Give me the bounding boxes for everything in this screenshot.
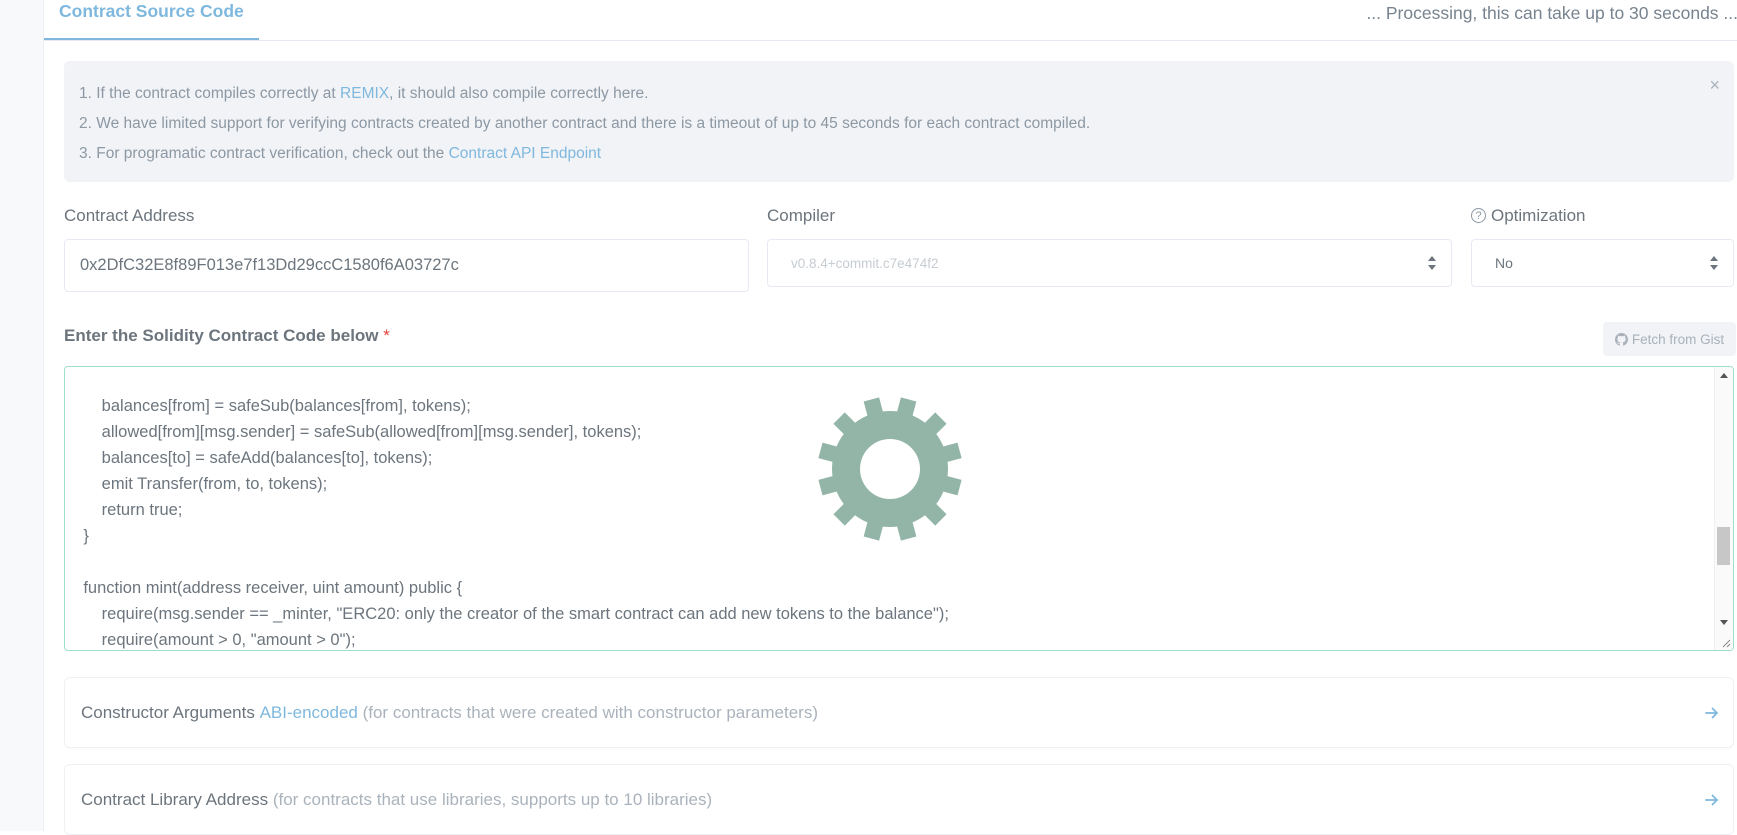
github-icon <box>1614 332 1628 346</box>
arrow-right-icon[interactable] <box>1705 793 1719 807</box>
code-line: } <box>65 527 89 545</box>
optimization-select[interactable]: No <box>1471 239 1734 287</box>
contract-address-value: 0x2DfC32E8f89F013e7f13Dd29ccC1580f6A0372… <box>80 256 459 274</box>
scroll-up-icon[interactable] <box>1720 373 1728 378</box>
contract-address-input[interactable]: 0x2DfC32E8f89F013e7f13Dd29ccC1580f6A0372… <box>64 239 749 292</box>
arrow-right-icon[interactable] <box>1705 706 1719 720</box>
code-line: return true; <box>65 501 183 519</box>
select-arrows-icon <box>1710 256 1718 270</box>
compiler-value: v0.8.4+commit.c7e474f2 <box>791 255 939 271</box>
library-address-panel[interactable]: Contract Library Address (for contracts … <box>64 764 1734 835</box>
code-line: balances[to] = safeAdd(balances[to], tok… <box>65 449 433 467</box>
required-mark: * <box>383 326 390 345</box>
library-address-note: (for contracts that use libraries, suppo… <box>272 789 713 809</box>
library-address-title: Contract Library Address (for contracts … <box>81 765 712 834</box>
info-line-3-text: 3. For programatic contract verification… <box>79 145 449 162</box>
code-line: require(amount > 0, "amount > 0"); <box>65 631 356 649</box>
optimization-label-text: Optimization <box>1491 206 1586 225</box>
code-line: balances[from] = safeSub(balances[from],… <box>65 397 471 415</box>
optimization-value: No <box>1495 255 1513 271</box>
info-alert: 1. If the contract compiles correctly at… <box>64 61 1734 182</box>
main-content: Contract Source Code ... Processing, thi… <box>43 0 1737 835</box>
info-line-2: 2. We have limited support for verifying… <box>79 115 1091 132</box>
contract-api-link[interactable]: Contract API Endpoint <box>449 145 602 162</box>
fetch-from-gist-label: Fetch from Gist <box>1631 331 1725 347</box>
info-line-3: 3. For programatic contract verification… <box>79 145 601 163</box>
code-line: function mint(address receiver, uint amo… <box>65 579 463 597</box>
select-arrows-icon <box>1428 256 1436 270</box>
constructor-arguments-note: (for contracts that were created with co… <box>357 702 818 722</box>
compiler-label: Compiler <box>767 206 836 225</box>
question-circle-icon[interactable]: ? <box>1471 208 1486 223</box>
scroll-down-icon[interactable] <box>1720 620 1728 625</box>
tab-label: Contract Source Code <box>59 1 244 21</box>
code-line: emit Transfer(from, to, tokens); <box>65 475 328 493</box>
code-scrollbar[interactable] <box>1714 367 1733 650</box>
remix-link[interactable]: REMIX <box>340 85 389 102</box>
abi-encoded-link[interactable]: ABI-encoded <box>260 703 358 723</box>
scroll-thumb[interactable] <box>1717 527 1730 565</box>
fetch-from-gist-button[interactable]: Fetch from Gist <box>1603 322 1736 356</box>
tab-contract-source-code[interactable]: Contract Source Code <box>44 0 259 40</box>
constructor-arguments-label: Constructor Arguments <box>81 702 260 722</box>
info-line-1-suffix: , it should also compile correctly here. <box>389 85 649 102</box>
compiler-select[interactable]: v0.8.4+commit.c7e474f2 <box>767 239 1452 287</box>
processing-status: ... Processing, this can take up to 30 s… <box>1366 3 1737 23</box>
resize-grip-icon[interactable] <box>1721 638 1731 648</box>
close-icon[interactable]: × <box>1709 75 1720 95</box>
code-line: require(msg.sender == _minter, "ERC20: o… <box>65 605 949 623</box>
constructor-arguments-title: Constructor Arguments ABI-encoded (for c… <box>81 678 818 747</box>
optimization-label: ? Optimization <box>1471 206 1585 226</box>
tab-bar: Contract Source Code ... Processing, thi… <box>44 0 1737 41</box>
contract-address-label: Contract Address <box>64 206 195 225</box>
gear-icon <box>818 397 962 541</box>
left-rail <box>0 0 43 831</box>
code-section-title-text: Enter the Solidity Contract Code below <box>64 326 379 345</box>
info-line-1: 1. If the contract compiles correctly at… <box>79 85 648 103</box>
library-address-label: Contract Library Address <box>81 789 273 809</box>
info-line-1-text: 1. If the contract compiles correctly at <box>79 85 341 102</box>
code-line: allowed[from][msg.sender] = safeSub(allo… <box>65 423 642 441</box>
code-section-title: Enter the Solidity Contract Code below * <box>64 326 390 346</box>
code-editor[interactable]: balances[from] = safeSub(balances[from],… <box>64 366 1734 651</box>
constructor-arguments-panel[interactable]: Constructor Arguments ABI-encoded (for c… <box>64 677 1734 748</box>
